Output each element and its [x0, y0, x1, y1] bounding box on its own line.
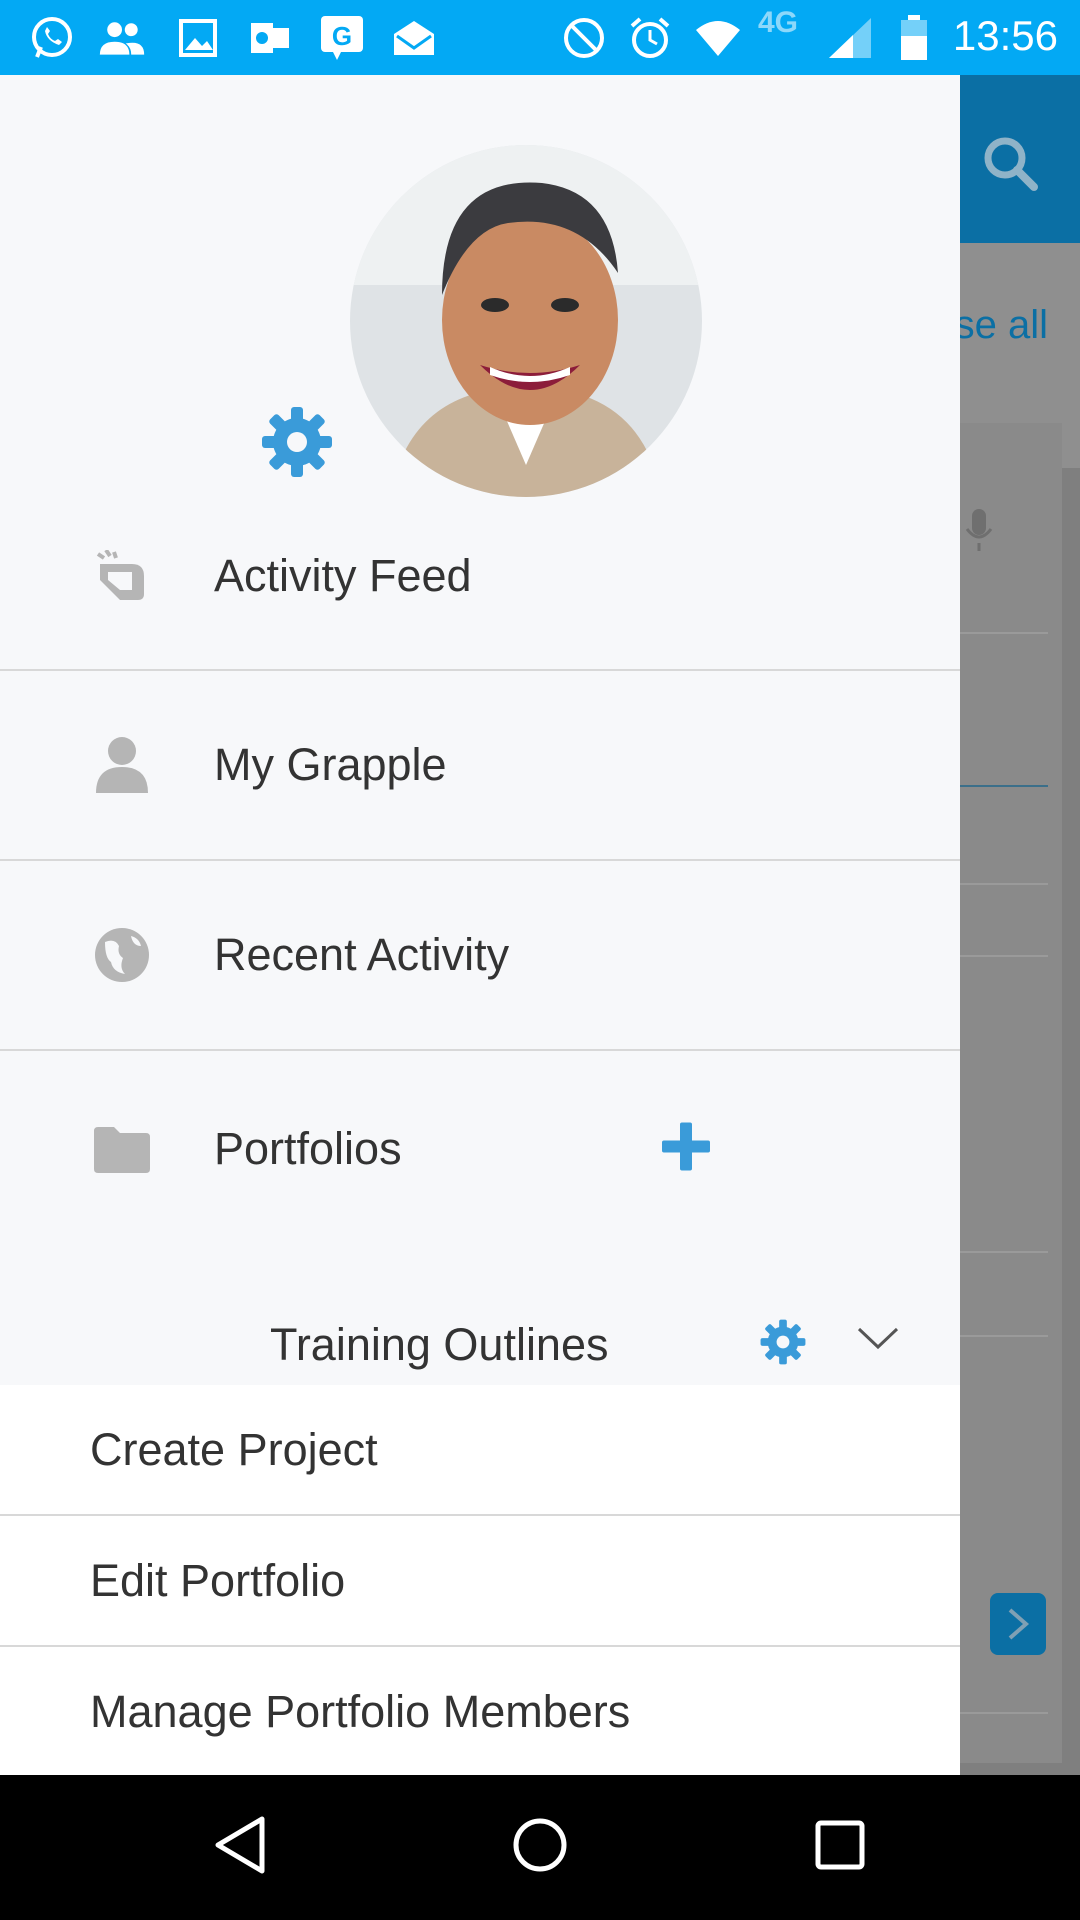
- next-button[interactable]: [990, 1593, 1046, 1655]
- globe-icon: [90, 923, 154, 987]
- close-all-link[interactable]: se all: [955, 303, 1048, 348]
- menu-item-label: Manage Portfolio Members: [90, 1685, 631, 1737]
- alarm-icon: [626, 14, 674, 62]
- edit-portfolio-item[interactable]: Edit Portfolio: [0, 1516, 960, 1647]
- navigation-drawer: Activity Feed My Grapple Recent Activity…: [0, 75, 960, 1776]
- outlook-icon: [246, 14, 294, 62]
- mail-icon: [390, 14, 438, 62]
- grapple-notification-icon: G: [318, 14, 366, 62]
- divider: [960, 785, 1048, 787]
- divider: [960, 883, 1048, 885]
- status-bar: G 4G 13:56: [0, 0, 1080, 75]
- microphone-icon[interactable]: [964, 507, 994, 558]
- do-not-disturb-icon: [560, 14, 608, 62]
- people-icon: [98, 14, 146, 62]
- signal-icon: [826, 14, 874, 62]
- battery-icon: [890, 14, 938, 62]
- nav-item-activity-feed[interactable]: Activity Feed: [0, 483, 960, 671]
- whatsapp-icon: [28, 14, 76, 62]
- add-portfolio-plus-icon[interactable]: [660, 1121, 712, 1178]
- create-project-item[interactable]: Create Project: [0, 1385, 960, 1516]
- divider: [960, 632, 1048, 634]
- portfolio-menu: Create Project Edit Portfolio Manage Por…: [0, 1385, 960, 1776]
- network-type-label: 4G: [758, 6, 799, 39]
- divider: [960, 1251, 1048, 1253]
- portfolio-name: Training Outlines: [270, 1319, 609, 1370]
- recents-icon[interactable]: [800, 1805, 880, 1885]
- divider: [960, 1712, 1048, 1714]
- system-nav-bar: [0, 1775, 1080, 1920]
- nav-label: Portfolios: [214, 1123, 402, 1174]
- svg-text:G: G: [332, 21, 352, 51]
- activity-feed-icon: [90, 544, 154, 608]
- person-icon: [90, 733, 154, 797]
- nav-item-my-grapple[interactable]: My Grapple: [0, 671, 960, 861]
- status-time: 13:56: [952, 12, 1058, 59]
- nav-label: Recent Activity: [214, 929, 510, 980]
- home-icon[interactable]: [500, 1805, 580, 1885]
- nav-label: My Grapple: [214, 739, 447, 790]
- chevron-down-icon[interactable]: [856, 1323, 900, 1358]
- gallery-icon: [174, 14, 222, 62]
- portfolio-settings-gear-icon[interactable]: [758, 1317, 808, 1372]
- search-icon[interactable]: [980, 133, 1040, 198]
- background-card: [960, 423, 1062, 1763]
- wifi-icon: [694, 14, 742, 62]
- menu-item-label: Edit Portfolio: [90, 1554, 346, 1606]
- nav-item-recent-activity[interactable]: Recent Activity: [0, 861, 960, 1051]
- back-icon[interactable]: [200, 1805, 280, 1885]
- manage-portfolio-members-item[interactable]: Manage Portfolio Members: [0, 1647, 960, 1776]
- avatar[interactable]: [350, 145, 702, 497]
- nav-item-portfolios[interactable]: Portfolios: [0, 1051, 960, 1247]
- nav-label: Activity Feed: [214, 550, 472, 601]
- divider: [960, 955, 1048, 957]
- menu-item-label: Create Project: [90, 1423, 378, 1475]
- folder-icon: [90, 1117, 154, 1181]
- divider: [960, 1335, 1048, 1337]
- profile-settings-gear-icon[interactable]: [258, 403, 336, 486]
